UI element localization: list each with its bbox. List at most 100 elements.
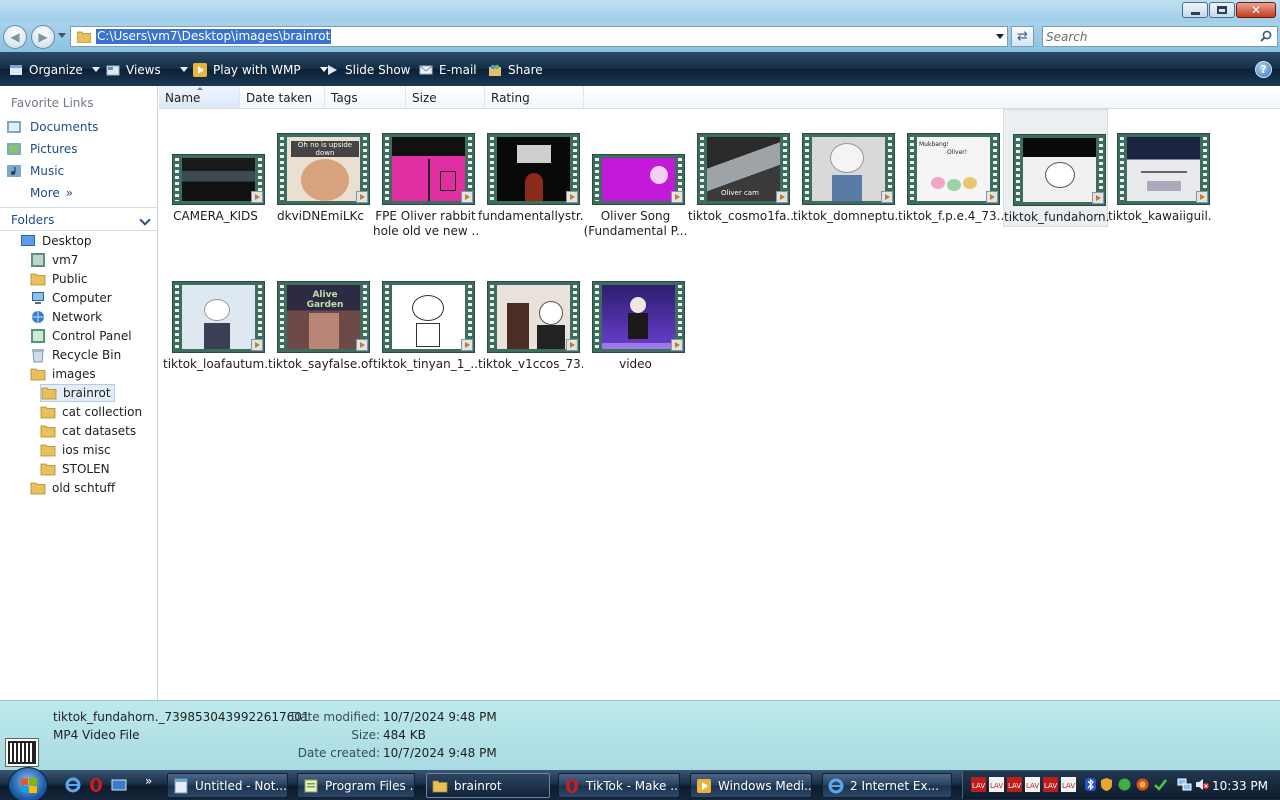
task-program-files[interactable]: Program Files ... xyxy=(297,773,415,798)
play-badge-icon xyxy=(356,191,368,203)
file-tile-oliver-song[interactable]: Oliver Song (Fundamental P... xyxy=(583,109,688,238)
double-chevron-icon: » xyxy=(65,186,74,200)
file-tile-tiktok-sayfalse[interactable]: Alive Garden tiktok_sayfalse.of... xyxy=(268,257,373,375)
search-icon[interactable] xyxy=(1260,30,1272,42)
file-name: tiktok_cosmo1fa... xyxy=(688,209,793,224)
back-button[interactable]: ◀ xyxy=(3,25,27,49)
lav-filters-icon[interactable]: LAV xyxy=(1007,777,1022,792)
file-tile-fundamentallystr[interactable]: fundamentallystr... xyxy=(478,109,583,227)
refresh-button[interactable]: ⇄ xyxy=(1011,26,1034,47)
address-path[interactable]: C:\Users\vm7\Desktop\images\brainrot xyxy=(96,29,332,44)
lav-filters-icon[interactable]: LAV xyxy=(1061,777,1076,792)
task-label: 2 Internet Ex... xyxy=(850,778,940,793)
forward-button[interactable]: ▶ xyxy=(31,25,55,49)
bluetooth-icon[interactable] xyxy=(1083,777,1098,792)
file-tile-camera-kids[interactable]: CAMERA_KIDS xyxy=(163,109,268,227)
tree-item-label: Network xyxy=(52,310,103,324)
date-modified-label: Date modified: xyxy=(290,710,380,724)
tree-item-vm7[interactable]: vm7 xyxy=(30,251,78,269)
lav-filters-icon[interactable]: LAV xyxy=(971,777,986,792)
tree-item-desktop[interactable]: Desktop xyxy=(20,232,92,250)
lav-filters-icon[interactable]: LAV xyxy=(1043,777,1058,792)
file-tile-video[interactable]: video xyxy=(583,257,688,375)
address-row: ◀ ▶ C:\Users\vm7\Desktop\images\brainrot… xyxy=(0,22,1280,52)
more-links-button[interactable]: More » xyxy=(30,186,73,200)
checkmark-icon[interactable] xyxy=(1153,777,1168,792)
user-folder-icon xyxy=(31,253,45,267)
email-button[interactable]: E-mail xyxy=(418,61,477,78)
views-button[interactable]: Views xyxy=(105,61,188,78)
column-tags[interactable]: Tags xyxy=(325,86,406,108)
column-rating[interactable]: Rating xyxy=(485,86,584,108)
task-opera-tiktok[interactable]: TikTok - Make ... xyxy=(558,773,680,798)
play-with-wmp-button[interactable]: Play with WMP xyxy=(192,61,328,78)
opera-icon[interactable] xyxy=(88,777,104,793)
file-tile-tiktok-fpe4[interactable]: Mukbang! Oliver! tiktok_f.p.e.4_73... xyxy=(898,109,1003,227)
tree-item-recycle-bin[interactable]: Recycle Bin xyxy=(30,346,121,364)
network-tray-icon[interactable] xyxy=(1177,777,1192,792)
slide-show-button[interactable]: Slide Show xyxy=(324,61,410,78)
lav-filters-icon[interactable]: LAV xyxy=(1025,777,1040,792)
task-internet-explorer-group[interactable]: 2 Internet Ex... xyxy=(822,773,952,798)
internet-explorer-icon[interactable] xyxy=(65,777,81,793)
address-dropdown-icon[interactable] xyxy=(996,34,1004,39)
system-clock[interactable]: 10:33 PM xyxy=(1212,779,1268,793)
folders-header[interactable]: Folders xyxy=(0,207,157,231)
tree-item-control-panel[interactable]: Control Panel xyxy=(30,327,132,345)
file-tile-tiktok-fundahorn[interactable]: tiktok_fundahorn... xyxy=(1003,109,1109,227)
share-button[interactable]: Share xyxy=(487,61,543,78)
column-date-taken[interactable]: Date taken xyxy=(240,86,325,108)
file-tile-tiktok-v1ccos[interactable]: tiktok_v1ccos_73... xyxy=(478,257,583,375)
tree-item-images[interactable]: images xyxy=(30,365,96,383)
tree-item-label: STOLEN xyxy=(62,462,110,476)
tree-item-cat-collection[interactable]: cat collection xyxy=(40,403,142,421)
file-tile-fpe-oliver[interactable]: FPE Oliver rabbit hole old ve new ... xyxy=(373,109,478,238)
file-tile-dkvidnemilkc[interactable]: Oh no is upside down dkviDNEmiLKc xyxy=(268,109,373,227)
fav-link-music[interactable]: Music xyxy=(6,162,64,180)
volume-muted-icon[interactable] xyxy=(1195,777,1210,792)
tree-item-network[interactable]: Network xyxy=(30,308,102,326)
recent-pages-dropdown[interactable] xyxy=(58,33,66,38)
task-notepad[interactable]: Untitled - Not... xyxy=(167,773,288,798)
file-tile-tiktok-tinyan[interactable]: tiktok_tinyan_1_... xyxy=(373,257,478,375)
task-brainrot[interactable]: brainrot xyxy=(426,773,550,798)
start-button[interactable] xyxy=(8,767,48,800)
task-windows-media-player[interactable]: Windows Medi... xyxy=(690,773,812,798)
search-box[interactable] xyxy=(1042,26,1278,47)
tree-item-old-schtuff[interactable]: old schtuff xyxy=(30,479,115,497)
column-size[interactable]: Size xyxy=(406,86,485,108)
fav-link-pictures[interactable]: Pictures xyxy=(6,140,78,158)
tree-item-public[interactable]: Public xyxy=(30,270,88,288)
column-name[interactable]: Name xyxy=(159,86,240,108)
file-tile-tiktok-kawaiiguil[interactable]: tiktok_kawaiiguil... xyxy=(1108,109,1213,227)
search-input[interactable] xyxy=(1046,29,1246,44)
thumbnail-image xyxy=(182,285,255,349)
file-tile-tiktok-domneptu[interactable]: tiktok_domneptu... xyxy=(793,109,898,227)
column-label: Tags xyxy=(331,91,358,105)
tree-item-stolen[interactable]: STOLEN xyxy=(40,460,110,478)
file-list-view[interactable]: Name Date taken Tags Size Rating CAMERA_… xyxy=(159,86,1280,700)
tree-item-computer[interactable]: Computer xyxy=(30,289,112,307)
green-orb-icon[interactable] xyxy=(1117,777,1132,792)
desktop-icon xyxy=(21,235,35,246)
security-shield-icon[interactable] xyxy=(1099,777,1114,792)
quick-launch-more[interactable]: » xyxy=(145,774,152,788)
show-desktop-icon[interactable] xyxy=(111,777,127,793)
tree-item-brainrot[interactable]: brainrot xyxy=(40,384,115,402)
lav-filters-icon[interactable]: LAV xyxy=(989,777,1004,792)
address-bar[interactable]: C:\Users\vm7\Desktop\images\brainrot xyxy=(70,26,1008,47)
file-name-line-1: tiktok_fundahorn... xyxy=(1004,210,1109,224)
update-icon[interactable] xyxy=(1135,777,1150,792)
tree-item-cat-datasets[interactable]: cat datasets xyxy=(40,422,136,440)
organize-button[interactable]: Organize xyxy=(8,61,100,78)
play-badge-icon xyxy=(776,191,788,203)
tree-item-ios-misc[interactable]: ios misc xyxy=(40,441,111,459)
help-button[interactable]: ? xyxy=(1255,61,1272,78)
minimize-button[interactable] xyxy=(1182,2,1208,18)
video-thumbnail: Alive Garden xyxy=(277,281,370,353)
maximize-button[interactable] xyxy=(1209,2,1235,18)
file-tile-tiktok-loafautum[interactable]: tiktok_loafautum... xyxy=(163,257,268,375)
file-tile-tiktok-cosmo1fa[interactable]: Oliver cam tiktok_cosmo1fa... xyxy=(688,109,793,227)
fav-link-documents[interactable]: Documents xyxy=(6,118,98,136)
close-button[interactable]: ✕ xyxy=(1236,2,1276,18)
